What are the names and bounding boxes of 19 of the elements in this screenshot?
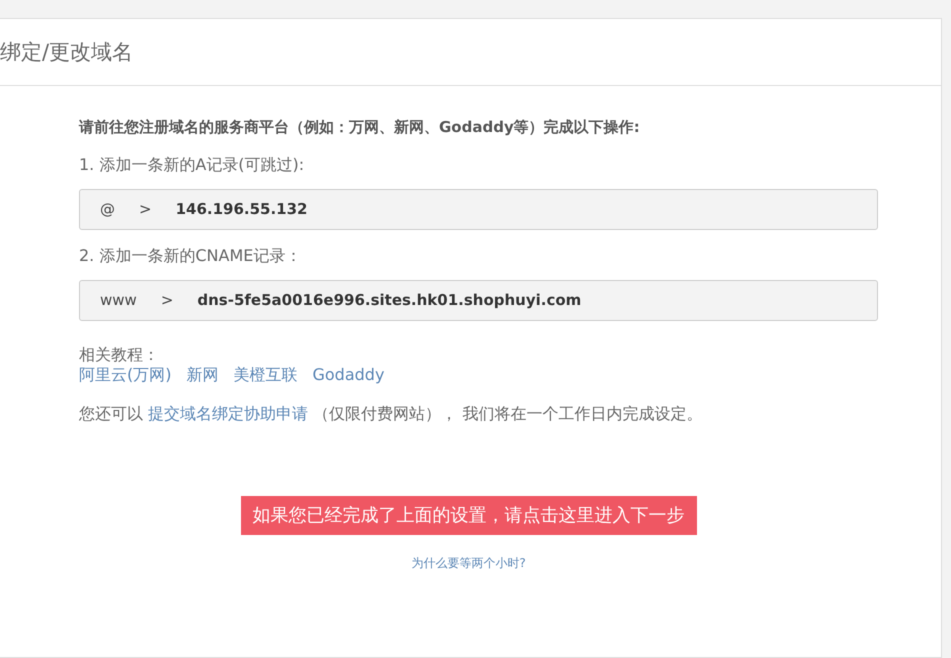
tutorials-label: 相关教程： bbox=[79, 344, 159, 364]
panel-title: 绑定/更改域名 bbox=[0, 40, 134, 64]
tutorial-link[interactable]: Godaddy bbox=[312, 365, 384, 386]
help-request-link[interactable]: 提交域名绑定协助申请 bbox=[148, 404, 308, 424]
record-value: 146.196.55.132 bbox=[176, 198, 308, 220]
next-step-button[interactable]: 如果您已经完成了上面的设置，请点击这里进入下一步 bbox=[240, 496, 696, 536]
arrow-text: > bbox=[160, 290, 174, 311]
step-label: 1. 添加一条新的A记录(可跳过): bbox=[79, 154, 304, 174]
tutorial-link[interactable]: 新网 bbox=[186, 365, 218, 386]
help-text: 您还可以 提交域名绑定协助申请 （仅限付费网站）， 我们将在一个工作日内完成设定。 bbox=[79, 403, 704, 426]
arrow-text: > bbox=[139, 198, 152, 220]
step-label: 2. 添加一条新的CNAME记录： bbox=[79, 246, 302, 264]
tutorial-link[interactable]: 阿里云(万网) bbox=[79, 365, 172, 386]
tutorial-link[interactable]: 美橙互联 bbox=[233, 365, 298, 386]
record-host: www bbox=[100, 290, 137, 311]
why-wait-link[interactable]: 为什么要等两个小时? bbox=[411, 556, 526, 570]
record-host: @ bbox=[100, 198, 115, 220]
instruction-text: 请前往您注册域名的服务商平台（例如：万网、新网、Godaddy等）完成以下操作: bbox=[79, 117, 641, 138]
record-value: dns-5fe5a0016e996.sites.hk01.shophuyi.com bbox=[197, 290, 582, 311]
